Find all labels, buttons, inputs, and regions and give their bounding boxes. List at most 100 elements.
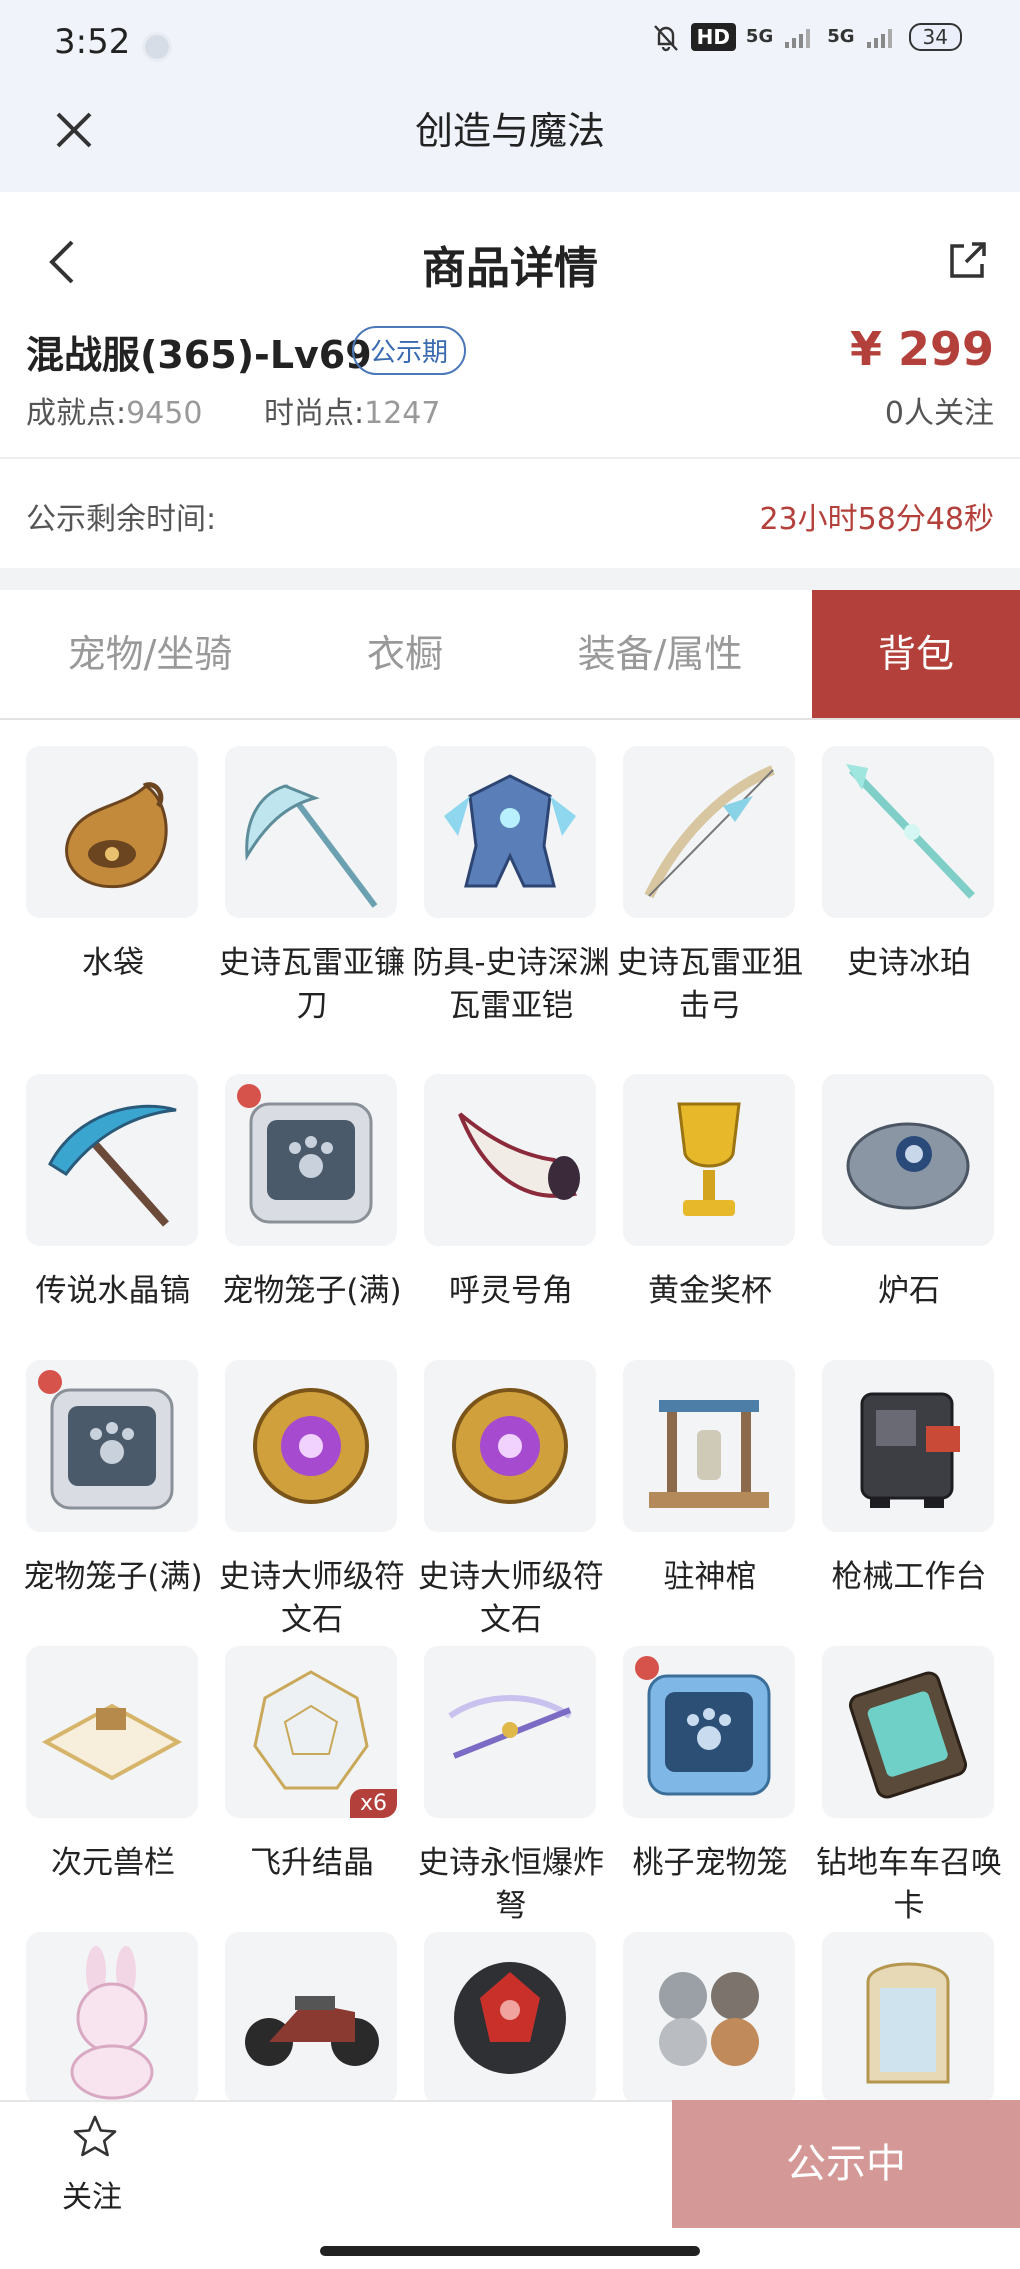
- item-thumbnail: [26, 1932, 198, 2104]
- item-thumbnail: x6: [225, 1646, 397, 1818]
- top-area: 3:52 HD 5G 5G 34 创造与魔法: [0, 0, 1020, 192]
- pet-cage-icon: [237, 1084, 373, 1224]
- item-name: 史诗瓦雷亚狙击弓: [617, 945, 803, 1024]
- item-name: 炉石: [878, 1273, 940, 1309]
- fence-icon: [41, 1703, 183, 1781]
- item-name: 宠物笼子(满): [222, 1273, 402, 1309]
- item-name: 防具-史诗深渊瓦雷亚铠: [412, 945, 610, 1024]
- item-name: 史诗瓦雷亚镰刀: [219, 945, 405, 1024]
- rune-stone-icon: [253, 1388, 369, 1504]
- product-price: ¥ 299: [849, 322, 994, 376]
- item-name: 史诗永恒爆炸弩: [418, 1845, 604, 1924]
- item-name: 黄金奖杯: [648, 1273, 772, 1309]
- bunny-icon: [70, 1946, 154, 2100]
- item-thumbnail: [225, 1932, 397, 2104]
- item-thumbnail: [424, 746, 596, 918]
- item-thumbnail: [26, 1074, 198, 1246]
- item-name: 枪械工作台: [831, 1559, 987, 1595]
- product-name: 混战服(365)-Lv69: [26, 333, 372, 377]
- item-name: 宠物笼子(满): [23, 1559, 203, 1595]
- crossbow-icon: [448, 1695, 572, 1759]
- countdown-label: 公示剩余时间:: [26, 502, 217, 537]
- item-thumbnail: [822, 1646, 994, 1818]
- item-thumbnail: [26, 1360, 198, 1532]
- tab-backpack[interactable]: 背包: [812, 590, 1020, 718]
- item-thumbnail: [623, 1932, 795, 2104]
- achievement-value: 9450: [126, 396, 203, 431]
- achievement-stat: 成就点:9450: [26, 388, 202, 432]
- status-icons: HD 5G 5G 34: [651, 22, 962, 52]
- star-icon[interactable]: [72, 2114, 118, 2160]
- signal-2-label: 5G: [827, 26, 855, 47]
- summon-card-icon: [848, 1671, 968, 1799]
- trophy-icon: [677, 1102, 741, 1216]
- fashion-label: 时尚点:: [264, 396, 365, 431]
- public-notice-button[interactable]: 公示中: [672, 2100, 1020, 2228]
- scythe-icon: [245, 784, 378, 908]
- signal-1-icon: [785, 29, 811, 48]
- item-name: 次元兽栏: [51, 1845, 175, 1881]
- item-thumbnail: [225, 746, 397, 918]
- fashion-stat: 时尚点:1247: [264, 388, 440, 432]
- item-name: 史诗大师级符文石: [219, 1559, 405, 1638]
- motorcycle-icon: [245, 1996, 379, 2066]
- item-thumbnail: [225, 1074, 397, 1246]
- follow-label[interactable]: 关注: [62, 2172, 122, 2216]
- water-bag-icon: [65, 782, 168, 889]
- ice-staff-icon: [846, 764, 975, 899]
- item-thumbnail: [822, 1932, 994, 2104]
- mute-bell-icon: [653, 25, 678, 52]
- item-name: 传说水晶镐: [35, 1273, 191, 1309]
- share-icon[interactable]: [946, 238, 990, 282]
- pet-cage-icon: [38, 1370, 174, 1510]
- horn-icon: [458, 1112, 580, 1200]
- item-thumbnail: [623, 1360, 795, 1532]
- bow-icon: [644, 765, 775, 899]
- item-name: 史诗冰珀: [847, 945, 971, 981]
- hd-badge: HD: [690, 23, 736, 51]
- divider: [0, 457, 1020, 459]
- home-indicator[interactable]: [320, 2246, 700, 2256]
- tab-pets-mounts[interactable]: 宠物/坐骑: [0, 590, 300, 718]
- item-thumbnail: [424, 1360, 596, 1532]
- countdown-value: 23小时58分48秒: [759, 502, 994, 537]
- workbench-icon: [860, 1392, 960, 1508]
- peach-pet-cage-icon: [635, 1656, 771, 1796]
- signal-2-icon: [866, 29, 892, 48]
- mirror-cabinet-icon: [866, 1962, 950, 2084]
- item-thumbnail: [623, 1646, 795, 1818]
- item-thumbnail: [822, 1074, 994, 1246]
- red-gem-icon: [454, 1962, 566, 2074]
- item-name: 桃子宠物笼: [632, 1845, 788, 1881]
- tab-divider: [0, 718, 1020, 720]
- item-thumbnail: [623, 1074, 795, 1246]
- item-thumbnail: [822, 746, 994, 918]
- signal-1-label: 5G: [745, 26, 774, 47]
- status-badge: 公示期: [352, 326, 467, 375]
- item-name: 驻神棺: [663, 1559, 757, 1595]
- notification-dot-icon: [142, 32, 172, 62]
- cats-icon: [659, 1972, 759, 2066]
- item-thumbnail: [623, 746, 795, 918]
- item-name: 水袋: [82, 945, 144, 981]
- shrine-icon: [649, 1400, 769, 1508]
- fashion-value: 1247: [364, 396, 441, 431]
- item-thumbnail: [822, 1360, 994, 1532]
- section-gap: [0, 568, 1020, 590]
- status-time: 3:52: [54, 22, 131, 62]
- item-thumbnail: [26, 1646, 198, 1818]
- item-thumbnail: [26, 746, 198, 918]
- pickaxe-icon: [48, 1104, 177, 1227]
- item-name: 钻地车车召唤卡: [816, 1845, 1002, 1924]
- item-name: 飞升结晶: [250, 1845, 374, 1881]
- item-quantity-badge: x6: [349, 1789, 397, 1818]
- item-name: 史诗大师级符文石: [418, 1559, 604, 1638]
- page-title: 商品详情: [422, 243, 598, 294]
- app-title: 创造与魔法: [414, 109, 605, 153]
- tab-equipment[interactable]: 装备/属性: [510, 590, 810, 718]
- item-thumbnail: [225, 1360, 397, 1532]
- follower-count: 0人关注: [884, 396, 994, 431]
- item-thumbnail: [424, 1074, 596, 1246]
- tab-wardrobe[interactable]: 衣橱: [300, 590, 510, 718]
- hearthstone-icon: [846, 1122, 970, 1210]
